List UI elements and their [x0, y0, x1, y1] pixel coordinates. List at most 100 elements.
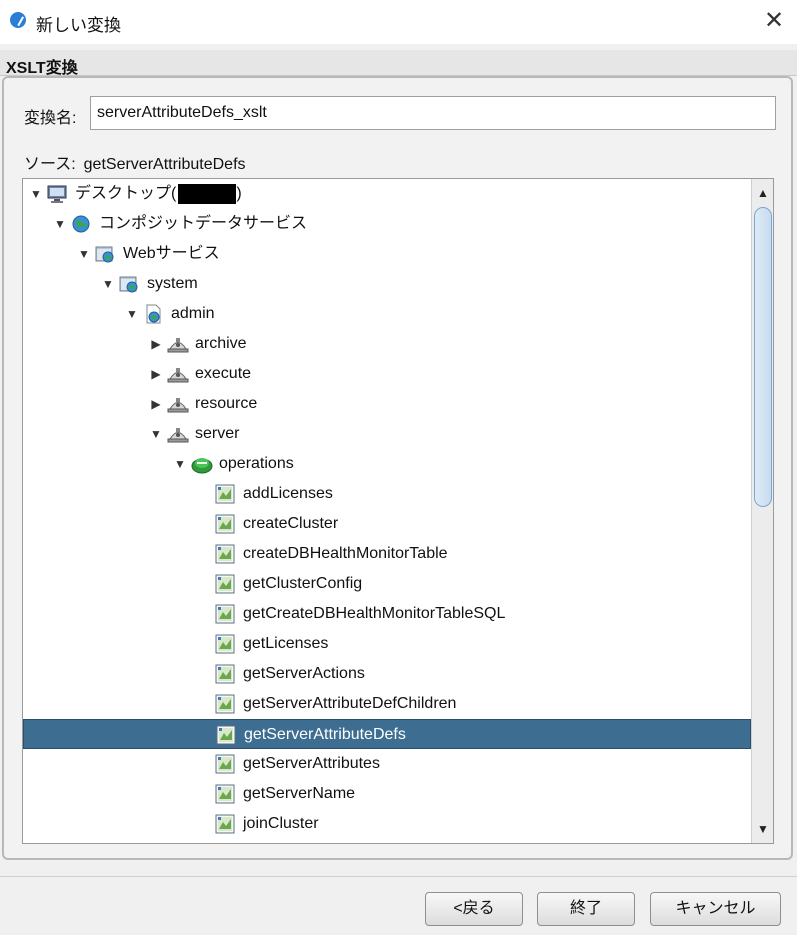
expand-arrow-icon[interactable]: ▶ — [149, 389, 163, 419]
tree-item-text: server — [195, 425, 240, 442]
tree-item[interactable]: getServerName — [23, 779, 751, 809]
tree-item[interactable]: ▶ execute — [23, 359, 751, 389]
tree-item[interactable]: getLicenses — [23, 629, 751, 659]
tree-item-suffix: ) — [236, 185, 242, 202]
web-folder-icon — [119, 274, 139, 294]
transform-name-label: 変換名: — [24, 110, 77, 127]
operation-icon — [215, 574, 235, 594]
section-header: XSLT変換 — [0, 50, 797, 77]
finish-button[interactable]: 終了 — [537, 892, 635, 926]
source-label: ソース: — [24, 156, 76, 173]
vertical-scrollbar[interactable]: ▲ ▼ — [751, 179, 773, 843]
tree-item[interactable]: ▼ operations — [23, 449, 751, 479]
window-title: 新しい変換 — [36, 16, 121, 35]
expand-arrow-icon[interactable]: ▶ — [149, 329, 163, 359]
tree-item-text: getServerActions — [243, 665, 365, 682]
tree-item[interactable]: getCreateDBHealthMonitorTableSQL — [23, 599, 751, 629]
tree-item-text: joinCluster — [243, 815, 319, 832]
operation-icon — [215, 784, 235, 804]
operations-icon — [191, 454, 213, 474]
collapse-arrow-icon[interactable]: ▼ — [125, 299, 139, 329]
tree-item-text: getLicenses — [243, 635, 329, 652]
tree-item[interactable]: ▶ resource — [23, 389, 751, 419]
tree-item-text: Webサービス — [123, 245, 220, 262]
globe-icon — [71, 214, 91, 234]
tree-item-label: server — [195, 419, 239, 449]
tree-item-label: コンポジットデータサービス — [99, 209, 307, 239]
tree-item-text: getServerAttributeDefChildren — [243, 695, 457, 712]
operation-icon — [215, 634, 235, 654]
operation-icon — [215, 754, 235, 774]
redacted-block — [178, 183, 237, 204]
tree-item-label: admin — [171, 299, 215, 329]
operation-icon — [216, 725, 236, 745]
tree-item-label: getLicenses — [243, 629, 328, 659]
desktop-icon — [47, 184, 67, 204]
tree-item-label: createDBHealthMonitorTable — [243, 539, 448, 569]
tree-item-text: resource — [195, 395, 258, 412]
tree-item[interactable]: ▼ system — [23, 269, 751, 299]
tree-item-label: resource — [195, 389, 257, 419]
tree-item-label: getServerAttributes — [243, 749, 380, 779]
operation-icon — [215, 814, 235, 834]
tree-item[interactable]: ▼ デスクトップ() — [23, 179, 751, 209]
tree-item-text: コンポジットデータサービス — [99, 215, 308, 232]
tree-item-text: admin — [171, 305, 215, 322]
resource-tree[interactable]: ▼ デスクトップ() ▼ コンポジットデータサービス ▼ Webサービス ▼ system ▼ a… — [22, 178, 774, 844]
collapse-arrow-icon[interactable]: ▼ — [29, 179, 43, 209]
operation-icon — [215, 484, 235, 504]
tree-item[interactable]: getServerActions — [23, 659, 751, 689]
source-value: getServerAttributeDefs — [83, 156, 246, 173]
tree-item-label: getClusterConfig — [243, 569, 362, 599]
tree-item-text: デスクトップ( — [75, 185, 177, 202]
tree-item[interactable]: ▼ コンポジットデータサービス — [23, 209, 751, 239]
tree-item[interactable]: addLicenses — [23, 479, 751, 509]
tree-item-text: system — [147, 275, 198, 292]
app-logo-icon — [10, 12, 26, 28]
collapse-arrow-icon[interactable]: ▼ — [53, 209, 67, 239]
service-port-icon — [167, 364, 189, 384]
tree-item[interactable]: createDBHealthMonitorTable — [23, 539, 751, 569]
close-button[interactable]: ✕ — [761, 8, 787, 34]
collapse-arrow-icon[interactable]: ▼ — [101, 269, 115, 299]
collapse-arrow-icon[interactable]: ▼ — [77, 239, 91, 269]
collapse-arrow-icon[interactable]: ▼ — [173, 449, 187, 479]
operation-icon — [215, 694, 235, 714]
tree-item-label: system — [147, 269, 198, 299]
expand-arrow-icon[interactable]: ▶ — [149, 359, 163, 389]
tree-item-label: execute — [195, 359, 251, 389]
tree-item[interactable]: createCluster — [23, 509, 751, 539]
tree-item[interactable]: ▼ admin — [23, 299, 751, 329]
main-panel: 変換名: ソース: getServerAttributeDefs ▼ デスクトップ(… — [2, 76, 793, 860]
scroll-thumb[interactable] — [754, 207, 772, 507]
tree-item[interactable]: getClusterConfig — [23, 569, 751, 599]
tree-item[interactable]: joinCluster — [23, 809, 751, 839]
tree-item-label: getServerAttributeDefChildren — [243, 689, 456, 719]
back-button[interactable]: <戻る — [425, 892, 523, 926]
tree-item-label: getCreateDBHealthMonitorTableSQL — [243, 599, 505, 629]
scroll-down-button[interactable]: ▼ — [754, 819, 772, 839]
collapse-arrow-icon[interactable]: ▼ — [149, 419, 163, 449]
tree-item[interactable]: ▶ archive — [23, 329, 751, 359]
operation-icon — [215, 544, 235, 564]
tree-item-text: getCreateDBHealthMonitorTableSQL — [243, 605, 506, 622]
footer-divider — [0, 876, 797, 877]
transform-name-input[interactable] — [90, 96, 776, 130]
tree-item-text: execute — [195, 365, 252, 382]
tree-item[interactable]: ▼ server — [23, 419, 751, 449]
service-port-icon — [167, 334, 189, 354]
section-title: XSLT変換 — [6, 60, 78, 77]
operation-icon — [215, 604, 235, 624]
cancel-button[interactable]: キャンセル — [650, 892, 781, 926]
tree-item[interactable]: ▼ Webサービス — [23, 239, 751, 269]
scroll-up-button[interactable]: ▲ — [754, 183, 772, 203]
tree-item-text: addLicenses — [243, 485, 333, 502]
tree-item-label: createCluster — [243, 509, 338, 539]
tree-item-text: archive — [195, 335, 247, 352]
tree-item-text: getServerAttributes — [243, 755, 380, 772]
tree-item[interactable]: getServerAttributeDefs — [23, 719, 751, 749]
tree-item[interactable]: getServerAttributeDefChildren — [23, 689, 751, 719]
tree-item-label: archive — [195, 329, 247, 359]
tree-item[interactable]: getServerAttributes — [23, 749, 751, 779]
tree-item-text: getServerName — [243, 785, 356, 802]
